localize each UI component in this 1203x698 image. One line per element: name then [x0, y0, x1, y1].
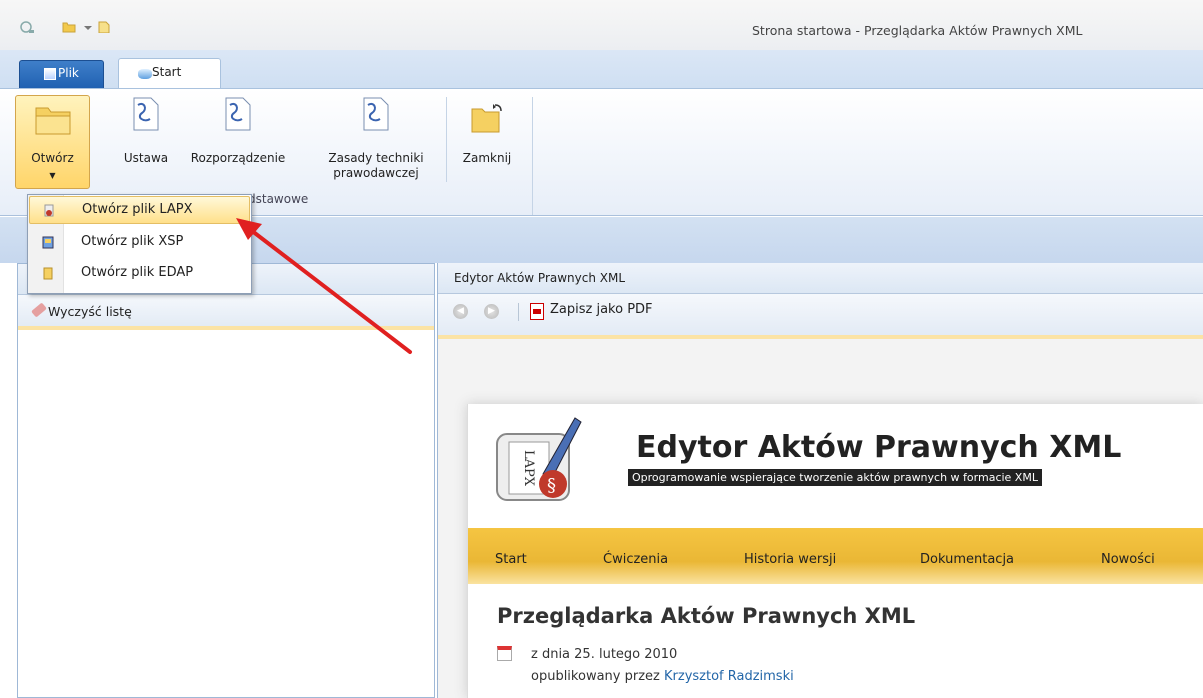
nav-start[interactable]: Start [495, 552, 527, 567]
pdf-icon [530, 303, 544, 320]
ustawa-button[interactable]: Ustawa [112, 89, 180, 189]
rozporzadzenie-label: Rozporządzenie [190, 151, 286, 165]
eraser-icon [31, 302, 47, 318]
title-bar: Strona startowa - Przeglądarka Aktów Pra… [0, 0, 1203, 50]
menu-item-label: Otwórz plik XSP [81, 234, 184, 249]
start-icon [138, 69, 152, 79]
lapx-file-icon [44, 204, 54, 217]
article-date: z dnia 25. lutego 2010 [531, 647, 678, 662]
recent-files-panel: Wyczyść listę [17, 263, 435, 698]
logo-text: LAPX [521, 450, 536, 487]
xsp-file-icon [42, 236, 54, 249]
document-icon [363, 97, 389, 131]
document-icon [133, 97, 159, 131]
close-label: Zamknij [462, 151, 512, 165]
site-nav: Start Ćwiczenia Historia wersji Dokument… [468, 528, 1203, 584]
new-file-icon[interactable] [97, 21, 111, 33]
zasady-label: Zasady techniki prawodawczej [314, 151, 438, 181]
back-icon[interactable]: ◀ [453, 304, 468, 319]
rozporzadzenie-button[interactable]: Rozporządzenie [184, 89, 292, 189]
author-link[interactable]: Krzysztof Radzimski [664, 669, 794, 684]
tab-plik[interactable]: Plik [19, 60, 104, 88]
chevron-down-icon[interactable] [84, 25, 92, 31]
zasady-button[interactable]: Zasady techniki prawodawczej [314, 89, 438, 189]
tab-plik-label: Plik [58, 66, 79, 80]
menu-item-open-xsp[interactable]: Otwórz plik XSP [29, 228, 250, 258]
zasady-label-line1: Zasady techniki [328, 151, 424, 165]
ribbon-separator [532, 97, 533, 215]
toolbar-separator [518, 303, 519, 321]
nav-historia[interactable]: Historia wersji [744, 552, 836, 567]
file-menu-icon [44, 68, 56, 80]
nav-cwiczenia[interactable]: Ćwiczenia [603, 552, 668, 567]
close-button[interactable]: Zamknij [451, 89, 523, 189]
edap-file-icon [43, 267, 53, 280]
svg-text:§: § [547, 475, 556, 496]
document-icon [225, 97, 251, 131]
tab-start[interactable]: Start [118, 58, 221, 89]
close-folder-icon [471, 104, 502, 133]
app-icon[interactable] [20, 21, 34, 33]
clear-list-button[interactable]: Wyczyść listę [18, 295, 434, 330]
embedded-webpage: LAPX § Edytor Aktów Prawnych XML Oprogra… [467, 404, 1203, 698]
menu-item-label: Otwórz plik LAPX [82, 202, 193, 217]
window-title: Strona startowa - Przeglądarka Aktów Pra… [752, 23, 1083, 38]
forward-icon[interactable]: ▶ [484, 304, 499, 319]
editor-toolbar: ◀ ▶ Zapisz jako PDF [438, 294, 1203, 339]
editor-panel-title: Edytor Aktów Prawnych XML [438, 263, 1203, 294]
menu-item-label: Otwórz plik EDAP [81, 265, 194, 280]
open-button[interactable]: Otwórz ▼ [15, 95, 90, 189]
save-pdf-button[interactable]: Zapisz jako PDF [530, 302, 653, 320]
site-subtitle: Oprogramowanie wspierające tworzenie akt… [628, 469, 1042, 486]
nav-dokumentacja[interactable]: Dokumentacja [920, 552, 1014, 567]
author-prefix: opublikowany przez [531, 669, 660, 684]
clear-list-label: Wyczyść listę [48, 304, 132, 319]
article-title: Przeglądarka Aktów Prawnych XML [497, 604, 916, 628]
calendar-icon [497, 646, 512, 661]
ribbon-separator [446, 97, 447, 182]
save-pdf-label: Zapisz jako PDF [550, 302, 653, 317]
zasady-label-line2: prawodawczej [333, 166, 419, 180]
menu-item-open-lapx[interactable]: Otwórz plik LAPX [29, 196, 250, 224]
tab-start-label: Start [152, 65, 182, 79]
menu-item-open-edap[interactable]: Otwórz plik EDAP [29, 259, 250, 289]
open-folder-icon [35, 107, 71, 135]
ustawa-label: Ustawa [123, 151, 169, 165]
lapx-logo: LAPX § [496, 417, 582, 501]
ribbon-group-label: dstawowe [248, 192, 309, 206]
open-folder-icon[interactable] [62, 21, 76, 33]
site-title: Edytor Aktów Prawnych XML [636, 430, 1122, 465]
nav-nowosci[interactable]: Nowości [1101, 552, 1155, 567]
chevron-down-icon: ▼ [49, 171, 56, 180]
article-author-line: opublikowany przez Krzysztof Radzimski [531, 669, 794, 684]
open-label: Otwórz [31, 151, 74, 165]
open-dropdown-menu: Otwórz plik LAPX Otwórz plik XSP Otwórz … [27, 194, 252, 294]
